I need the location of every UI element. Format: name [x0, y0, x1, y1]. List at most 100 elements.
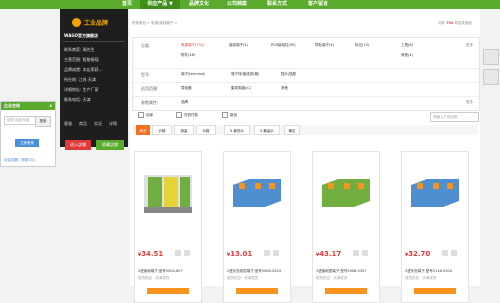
thumbnail[interactable] [184, 250, 190, 256]
product-name[interactable]: 2进灰色双层端子,型号2006-5204 [227, 269, 287, 274]
product-card[interactable]: ¥43.17 3进接地型端子,型号2006-5307 现货供应 · 天津发货 [312, 151, 380, 303]
product-name[interactable]: 2进接地端子,型号2004-607 [138, 269, 198, 274]
filter-option[interactable]: 导轨端子(4) [315, 43, 334, 48]
nav-products[interactable]: 供应产品 ▼ [140, 0, 180, 9]
top-nav: 首页 供应产品 ▼ 品牌文化 公司档案 联系方式 客户留言 [0, 0, 500, 9]
filter-option[interactable]: 附件(46) [181, 53, 195, 58]
nav-brand[interactable]: 品牌文化 [182, 0, 216, 9]
shop-tabs: 客服 商品 实况 详情 [64, 121, 117, 127]
filter-more[interactable]: 更多 [466, 100, 473, 105]
filter-label: 型号: [141, 72, 151, 77]
filter-option[interactable]: 其他(4) [401, 53, 413, 58]
filter-option[interactable]: 标记(13) [355, 43, 369, 48]
nav-company[interactable]: 公司档案 [220, 0, 254, 9]
product-card[interactable]: ¥13.01 2进灰色双层端子,型号2006-5204 现货供应 · 天津发货 [223, 151, 291, 303]
result-count: 共有 791 件相关商品 [438, 21, 472, 26]
buy-button[interactable] [325, 288, 367, 294]
thumbnail[interactable] [175, 250, 181, 256]
product-price: ¥32.70 [405, 250, 430, 258]
filter-option[interactable]: 电源端子(791) [181, 43, 204, 48]
buy-button[interactable] [147, 288, 189, 294]
widget-footer-links[interactable]: 欢迎观看 | 帮助中心 [4, 158, 35, 163]
price-value: 13.01 [230, 250, 253, 258]
nav-contact[interactable]: 联系方式 [260, 0, 294, 9]
close-icon[interactable]: x [49, 102, 52, 110]
buy-button[interactable] [236, 288, 278, 294]
filter-option[interactable]: PCB接线柱(55) [271, 43, 296, 48]
scroll-up-button[interactable] [483, 49, 499, 65]
nav-messages[interactable]: 客户留言 [298, 0, 338, 9]
logo-text: 工业品牌 [84, 19, 109, 27]
shop-address: 详细地址: 生产厂家 [64, 87, 99, 92]
thumbnail[interactable] [451, 250, 457, 256]
filter-option[interactable]: 接线端子(4) [229, 43, 248, 48]
widget-input[interactable]: 您好,欢迎光临 [4, 116, 38, 125]
checkbox-icon[interactable] [176, 112, 182, 118]
product-search-input[interactable]: 请输入产品名称 [430, 112, 479, 122]
login-button[interactable]: 立即登录 [15, 139, 39, 147]
filter-option[interactable]: 插头/插座 [281, 72, 296, 77]
filter-option[interactable]: 集成电路(IC) [231, 86, 251, 91]
product-card[interactable]: ¥32.70 2进灰色端子,型号2116-5304 现货供应 · 天津发货 [401, 151, 469, 303]
enter-shop-button[interactable]: 进入店铺 [65, 140, 91, 150]
filter-option[interactable]: 工具(8) [401, 43, 413, 48]
filter-more[interactable]: 更多 [466, 43, 473, 48]
shop-location: 所在地: 江苏 天津 [64, 77, 96, 82]
shop-tab[interactable]: 详情 [109, 121, 117, 127]
breadcrumb[interactable]: 所有类目 > 电源/接线端子 > [132, 21, 177, 26]
thumbnails [442, 250, 457, 256]
shop-logo: 工业品牌 [72, 17, 108, 27]
cod-check[interactable]: 货到付款 [176, 112, 198, 118]
product-name[interactable]: 3进接地型端子,型号2006-5307 [316, 269, 376, 274]
new-check[interactable]: 新品 [222, 112, 237, 118]
shop-tab[interactable]: 商品 [79, 121, 87, 127]
price-confirm-button[interactable]: 确定 [284, 125, 300, 135]
product-name[interactable]: 2进灰色端子,型号2116-5304 [405, 269, 465, 274]
shop-tab[interactable]: 实况 [94, 121, 102, 127]
free-shipping-check[interactable]: 包邮 [138, 112, 153, 118]
shop-name: WAGO官方旗舰店 [64, 33, 99, 38]
thumbnail[interactable] [362, 250, 368, 256]
filter-option[interactable]: 品牌 [181, 100, 188, 105]
favorite-shop-button[interactable]: 收藏店铺 [96, 140, 124, 150]
sort-price-2[interactable]: 价格 [196, 125, 216, 135]
widget-search-button[interactable]: 搜索 [35, 116, 51, 127]
sort-default[interactable]: 综合 [136, 125, 150, 135]
filter-option[interactable]: 端子排/接线排(箱) [231, 72, 259, 77]
scroll-down-button[interactable] [483, 69, 499, 85]
buy-button[interactable] [414, 288, 456, 294]
product-image[interactable] [229, 157, 285, 229]
product-card[interactable]: ¥34.51 2进接地端子,型号2004-607 现货供应 · 天津发货 [134, 151, 202, 303]
filter-row-attrs: 参数属性: 品牌 更多 [133, 96, 479, 110]
sort-bar: 综合 价格 销量 价格 ¥ 最低价 ¥ 最高价 确定 [132, 125, 478, 135]
nav-home[interactable]: 首页 [114, 0, 140, 9]
filter-option[interactable]: 其他 [281, 86, 288, 91]
widget-header: 企业在线 x [1, 102, 55, 110]
sort-sales[interactable]: 销量 [174, 125, 194, 135]
divider [63, 41, 125, 42]
price-value: 34.51 [141, 250, 164, 258]
sort-price[interactable]: 价格 [152, 125, 172, 135]
product-image[interactable] [140, 157, 196, 229]
filter-label: 参数属性: [141, 100, 159, 105]
main-content: 所有类目 > 电源/接线端子 > 共有 791 件相关商品 分类: 电源端子(7… [130, 9, 480, 303]
shop-tab[interactable]: 客服 [64, 121, 72, 127]
filter-option[interactable]: 导线器 [181, 86, 192, 91]
filter-option[interactable]: 端子(terminal) [181, 72, 205, 77]
product-price: ¥13.01 [227, 250, 252, 258]
thumbnail[interactable] [353, 250, 359, 256]
product-stock: 现货供应 · 天津发货 [316, 276, 348, 280]
product-image[interactable] [407, 157, 463, 229]
found-count: 791 [446, 21, 454, 25]
min-price-input[interactable]: ¥ 最低价 [224, 125, 250, 135]
product-image[interactable] [318, 157, 374, 229]
max-price-input[interactable]: ¥ 最高价 [254, 125, 280, 135]
filter-row-category: 分类: 电源端子(791) 接线端子(4) PCB接线柱(55) 导轨端子(4)… [133, 38, 479, 69]
thumbnail[interactable] [273, 250, 279, 256]
checkbox-icon[interactable] [222, 112, 228, 118]
checkbox-icon[interactable] [138, 112, 144, 118]
found-prefix: 共有 [437, 21, 445, 25]
thumbnail[interactable] [442, 250, 448, 256]
thumbnail[interactable] [264, 250, 270, 256]
logo-mark-icon [72, 17, 81, 27]
